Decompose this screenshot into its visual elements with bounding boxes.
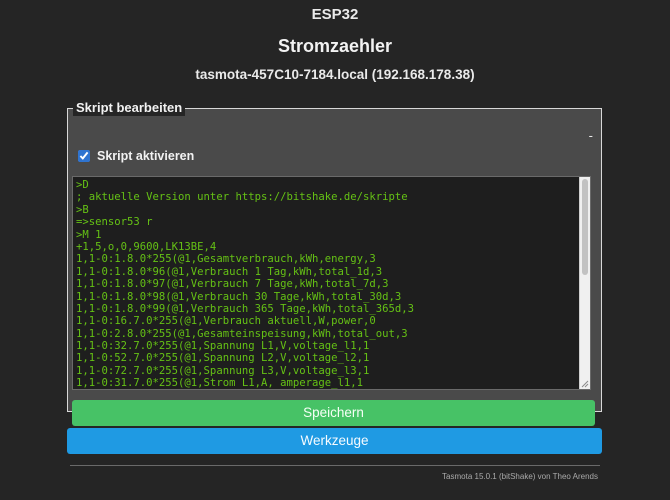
- code-line: 1,1-0:1.8.0*98(@1,Verbrauch 30 Tage,kWh,…: [76, 290, 402, 303]
- scrollbar-thumb[interactable]: [582, 179, 588, 275]
- code-line: 1,1-0:1.8.0*97(@1,Verbrauch 7 Tage,kWh,t…: [76, 278, 389, 291]
- code-line: 1,1-0:2.8.0*255(@1,Gesamteinspeisung,kWh…: [76, 327, 408, 340]
- footer-version: Tasmota 15.0.1 (bitShake) von Theo Arend…: [442, 472, 598, 481]
- activate-script-option[interactable]: Skript aktivieren: [78, 149, 194, 163]
- resize-grip-icon[interactable]: [580, 379, 589, 388]
- code-line: ; aktuelle Version unter https://bitshak…: [76, 191, 408, 204]
- textarea-scrollbar[interactable]: [579, 177, 590, 389]
- script-editor-panel: Skript bearbeiten - Skript aktivieren >D…: [67, 100, 602, 426]
- page: ESP32 Stromzaehler tasmota-457C10-7184.l…: [0, 0, 670, 500]
- code-line: 1,1-0:32.7.0*255(@1,Spannung L1,V,voltag…: [76, 340, 370, 353]
- code-line: 1,1-0:1.8.0*255(@1,Gesamtverbrauch,kWh,e…: [76, 253, 376, 266]
- device-name: Stromzaehler: [277, 36, 393, 56]
- activate-script-label: Skript aktivieren: [97, 149, 195, 163]
- script-editor-legend: Skript bearbeiten: [73, 100, 186, 116]
- code-line: >B: [76, 203, 89, 216]
- code-line: 1,1-0:1.8.0*96(@1,Verbrauch 1 Tag,kWh,to…: [76, 265, 383, 278]
- activate-script-checkbox[interactable]: [78, 150, 90, 162]
- device-host: tasmota-457C10-7184.local (192.168.178.3…: [195, 67, 475, 82]
- tools-button[interactable]: Werkzeuge: [67, 428, 602, 454]
- code-line: 1,1-0:52.7.0*255(@1,Spannung L2,V,voltag…: [76, 352, 370, 365]
- device-type: ESP32: [311, 6, 359, 23]
- code-line: +1,5,o,0,9600,LK13BE,4: [76, 240, 217, 253]
- script-code: >D; aktuelle Version unter https://bitsh…: [76, 179, 576, 390]
- code-line: 1,1-0:1.8.0*99(@1,Verbrauch 365 Tage,kWh…: [76, 302, 415, 315]
- code-line: >M 1: [76, 228, 102, 241]
- divider: [70, 465, 600, 466]
- collapse-indicator: -: [588, 128, 593, 143]
- code-line: 1,1-0:72.7.0*255(@1,Spannung L3,V,voltag…: [76, 364, 370, 377]
- script-textarea[interactable]: >D; aktuelle Version unter https://bitsh…: [72, 176, 591, 390]
- save-button[interactable]: Speichern: [72, 400, 595, 426]
- code-line: 1,1-0:31.7.0*255(@1,Strom L1,A, amperage…: [76, 377, 364, 390]
- code-line: =>sensor53 r: [76, 216, 153, 229]
- code-line: 1,1-0:16.7.0*255(@1,Verbrauch aktuell,W,…: [76, 315, 376, 328]
- code-line: >D: [76, 179, 89, 191]
